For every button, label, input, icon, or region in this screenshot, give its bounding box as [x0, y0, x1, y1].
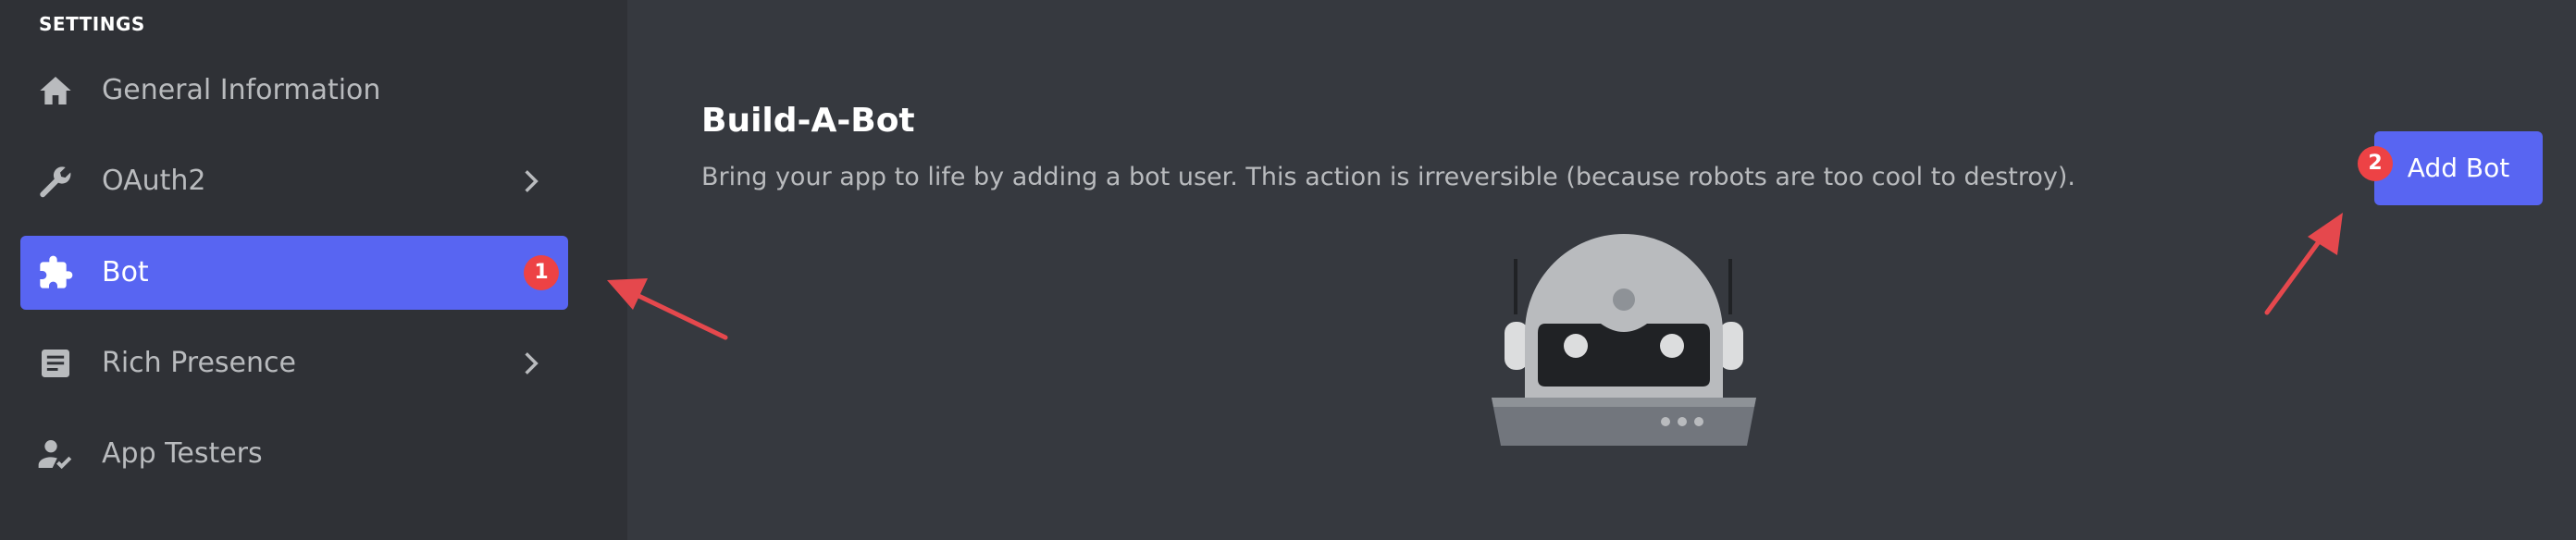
sidebar-item-oauth2[interactable]: OAuth2 — [20, 144, 568, 218]
sidebar-item-label: General Information — [102, 74, 381, 106]
page-title: Build-A-Bot — [701, 102, 915, 140]
document-icon — [42, 350, 69, 377]
add-bot-button[interactable]: Add Bot — [2374, 131, 2543, 205]
sidebar-item-bot[interactable]: Bot 1 — [20, 236, 568, 310]
sidebar-section-header: SETTINGS — [39, 13, 145, 35]
step-badge: 2 — [2358, 146, 2393, 181]
app-window: SETTINGS General Information OAuth2 Bot … — [0, 0, 2576, 540]
sidebar-item-general-information[interactable]: General Information — [20, 54, 568, 128]
page-description: Bring your app to life by adding a bot u… — [701, 163, 2075, 191]
annotation-arrow-left — [607, 278, 728, 340]
sidebar-item-label: Bot — [102, 256, 149, 288]
sidebar-item-label: Rich Presence — [102, 347, 296, 379]
sidebar-item-app-testers[interactable]: App Testers — [20, 417, 568, 491]
wrench-icon — [40, 166, 71, 198]
sidebar-item-rich-presence[interactable]: Rich Presence — [20, 326, 568, 400]
sidebar-item-label: OAuth2 — [102, 165, 206, 197]
chevron-right-icon — [525, 352, 539, 374]
user-check-icon — [38, 440, 72, 470]
chevron-right-icon — [525, 170, 539, 192]
puzzle-icon — [40, 255, 73, 288]
step-badge: 1 — [524, 255, 559, 290]
robot-illustration — [1492, 234, 1756, 446]
sidebar-item-label: App Testers — [102, 437, 263, 470]
annotation-arrow-up — [2264, 213, 2343, 315]
home-icon — [40, 77, 71, 104]
sidebar: SETTINGS General Information OAuth2 Bot … — [0, 0, 627, 540]
